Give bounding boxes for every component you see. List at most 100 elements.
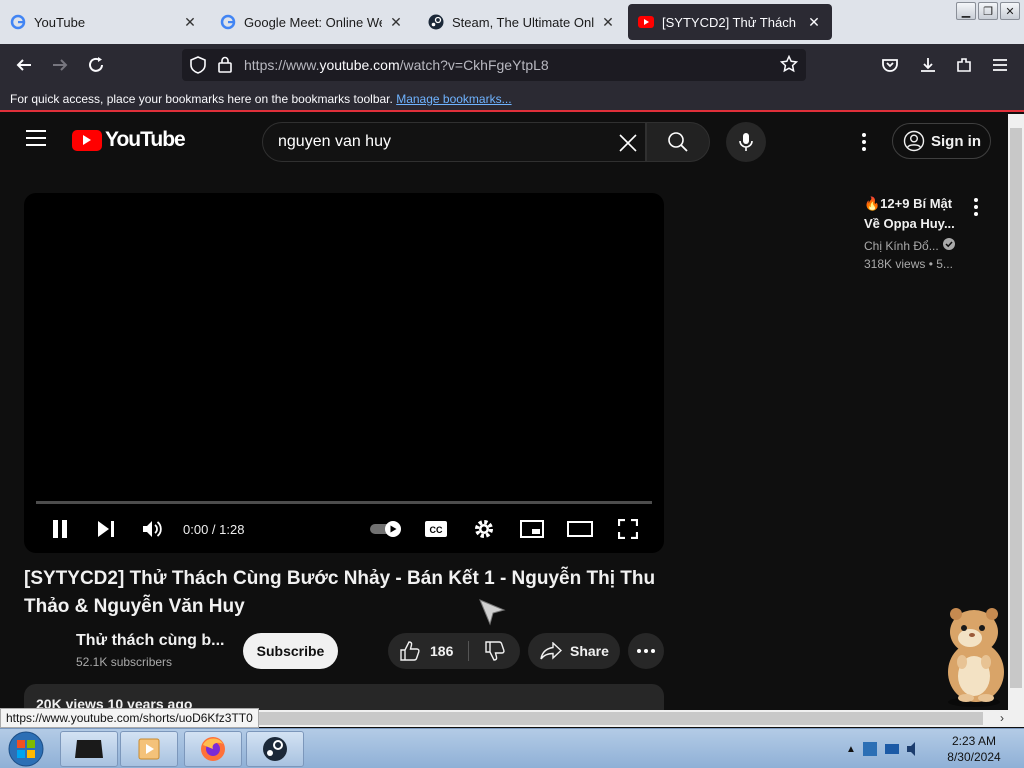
google-icon: [220, 14, 236, 30]
theater-mode-icon[interactable]: [567, 515, 593, 543]
downloads-icon[interactable]: [916, 53, 940, 77]
bookmarks-toolbar: For quick access, place your bookmarks h…: [0, 86, 1024, 112]
manage-bookmarks-link[interactable]: Manage bookmarks...: [396, 92, 511, 106]
lock-icon[interactable]: [218, 56, 232, 78]
close-tab-icon[interactable]: ✕: [600, 14, 616, 31]
fullscreen-icon[interactable]: [616, 515, 640, 543]
settings-gear-icon[interactable]: [472, 515, 496, 543]
subscribe-button[interactable]: Subscribe: [243, 633, 338, 669]
vertical-scrollbar[interactable]: [1008, 114, 1024, 710]
url-text[interactable]: https://www.youtube.com/watch?v=CkhFgeYt…: [244, 57, 549, 73]
video-title: [SYTYCD2] Thử Thách Cùng Bước Nhảy - Bán…: [24, 568, 656, 617]
microphone-icon: [739, 133, 753, 151]
start-button-icon[interactable]: [6, 730, 46, 768]
voice-search-button[interactable]: [726, 122, 766, 162]
close-window-icon[interactable]: ✕: [1000, 2, 1020, 20]
recommended-title[interactable]: 🔥12+9 Bí Mật Về Oppa Huy...: [864, 194, 964, 234]
youtube-icon: [638, 14, 654, 30]
like-dislike-group: 186: [388, 633, 520, 669]
search-input[interactable]: [278, 131, 598, 153]
show-hidden-icons-icon[interactable]: ▲: [846, 744, 856, 755]
firefox-icon: [201, 737, 225, 761]
time-display: 0:00 / 1:28: [183, 522, 245, 537]
hamburger-menu-icon[interactable]: [26, 130, 46, 151]
google-icon: [10, 14, 26, 30]
taskbar-clock[interactable]: 2:23 AM 8/30/2024: [940, 733, 1008, 765]
taskbar-app-steam[interactable]: [246, 731, 304, 767]
search-box: [262, 122, 646, 162]
pause-icon[interactable]: [48, 515, 72, 543]
shield-icon[interactable]: [190, 56, 206, 79]
tab-youtube[interactable]: YouTube ✕: [0, 4, 208, 40]
subscriber-count: 52.1K subscribers: [76, 655, 173, 669]
scroll-right-arrow-icon[interactable]: ›: [1000, 711, 1004, 725]
more-actions-icon[interactable]: [628, 633, 664, 669]
clock-time: 2:23 AM: [951, 734, 997, 748]
svg-text:CC: CC: [430, 525, 443, 535]
volume-tray-icon[interactable]: [906, 741, 922, 757]
minimize-icon[interactable]: ▁: [956, 2, 976, 20]
vertical-scroll-thumb[interactable]: [1010, 128, 1022, 688]
clear-search-icon[interactable]: [615, 130, 641, 156]
link-status-tooltip: https://www.youtube.com/shorts/uoD6Kfz3T…: [0, 708, 259, 728]
tab-title: Steam, The Ultimate Online G: [452, 14, 594, 30]
bookmarks-message: For quick access, place your bookmarks h…: [10, 92, 393, 106]
taskbar-app-media[interactable]: [120, 731, 178, 767]
logo-text: YouTube: [105, 128, 186, 151]
taskbar-app-terminal[interactable]: [60, 731, 118, 767]
thumbs-up-icon: [400, 641, 420, 661]
miniplayer-icon[interactable]: [519, 515, 545, 543]
close-tab-icon[interactable]: ✕: [182, 14, 198, 31]
sign-in-button[interactable]: Sign in: [892, 123, 991, 159]
forward-arrow-icon[interactable]: [48, 53, 72, 77]
url-path: /watch?v=CkhFgeYtpL8: [399, 57, 549, 73]
windows-taskbar: ▲ 2:23 AM 8/30/2024: [0, 728, 1024, 768]
dislike-button[interactable]: [469, 633, 520, 669]
tab-title: Google Meet: Online Web and: [244, 14, 382, 30]
autoplay-toggle-icon[interactable]: [368, 515, 404, 543]
steam-icon: [428, 14, 444, 30]
browser-tab-strip: YouTube ✕ Google Meet: Online Web and ✕ …: [0, 0, 1024, 44]
settings-more-icon[interactable]: [854, 130, 874, 154]
share-button[interactable]: Share: [528, 633, 620, 669]
pocket-icon[interactable]: [878, 53, 902, 77]
thumbs-down-icon: [484, 641, 505, 661]
recommended-video[interactable]: 🔥12+9 Bí Mật Về Oppa Huy... Chị Kính Đổ.…: [864, 194, 994, 271]
menu-icon[interactable]: [988, 53, 1012, 77]
tab-steam[interactable]: Steam, The Ultimate Online G ✕: [418, 4, 626, 40]
channel-name[interactable]: Thử thách cùng b...: [76, 632, 224, 650]
recommended-more-icon[interactable]: [972, 198, 980, 218]
bookmark-star-icon[interactable]: [779, 54, 799, 78]
clock-date: 8/30/2024: [947, 750, 1001, 764]
restore-icon[interactable]: ❐: [978, 2, 998, 20]
youtube-logo[interactable]: YouTube: [72, 128, 186, 152]
close-tab-icon[interactable]: ✕: [388, 14, 404, 31]
tab-google-meet[interactable]: Google Meet: Online Web and ✕: [210, 4, 414, 40]
recommended-meta: 318K views • 5...: [864, 257, 953, 271]
mouse-cursor-icon: [478, 598, 506, 631]
hamster-desktop-pet[interactable]: [938, 604, 1010, 708]
url-bar[interactable]: https://www.youtube.com/watch?v=CkhFgeYt…: [182, 49, 806, 81]
verified-icon: [942, 238, 955, 253]
recommended-channel[interactable]: Chị Kính Đổ...: [864, 239, 939, 253]
close-tab-icon[interactable]: ✕: [806, 14, 822, 31]
video-player[interactable]: 0:00 / 1:28 CC: [24, 193, 664, 553]
description-box[interactable]: 20K views 10 years ago: [24, 684, 664, 710]
reload-icon[interactable]: [84, 53, 108, 77]
bluetooth-tray-icon[interactable]: [862, 741, 878, 757]
steam-icon: [263, 737, 287, 761]
back-arrow-icon[interactable]: [12, 53, 36, 77]
system-tray: ▲: [840, 730, 950, 768]
url-prefix: https://www.: [244, 57, 320, 73]
tab-youtube-video[interactable]: [SYTYCD2] Thử Thách Cùng ✕: [628, 4, 832, 40]
taskbar-app-firefox[interactable]: [184, 731, 242, 767]
next-video-icon[interactable]: [94, 515, 118, 543]
volume-icon[interactable]: [140, 515, 166, 543]
like-button[interactable]: 186: [388, 633, 468, 669]
network-tray-icon[interactable]: [884, 741, 900, 757]
search-button[interactable]: [646, 122, 710, 162]
progress-bar[interactable]: [36, 501, 652, 504]
recommended-channel-row: Chị Kính Đổ...: [864, 238, 994, 253]
subtitles-icon[interactable]: CC: [424, 515, 448, 543]
extensions-icon[interactable]: [952, 53, 976, 77]
